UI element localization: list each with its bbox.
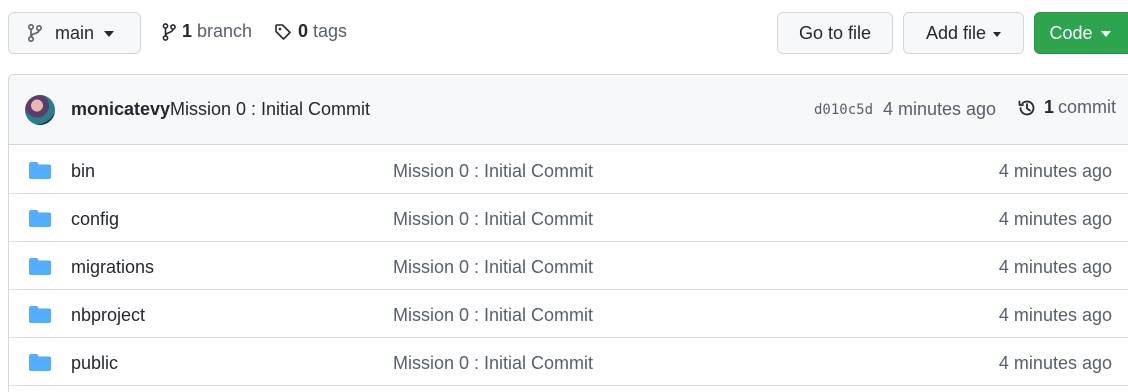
add-file-button[interactable]: Add file — [903, 12, 1024, 54]
commit-sha[interactable]: d010c5d — [814, 102, 873, 118]
file-name[interactable]: config — [71, 209, 119, 230]
commit-author[interactable]: monicatevy — [71, 99, 170, 120]
file-name[interactable]: nbproject — [71, 305, 145, 326]
file-commit-message[interactable]: Mission 0 : Initial Commit — [393, 161, 593, 182]
file-name[interactable]: public — [71, 353, 118, 374]
folder-icon — [29, 258, 51, 275]
branch-count: 1 — [182, 21, 193, 41]
file-commit-message[interactable]: Mission 0 : Initial Commit — [393, 257, 593, 278]
branches-link[interactable]: 1 branch — [162, 21, 252, 42]
file-name[interactable]: bin — [71, 161, 95, 182]
file-commit-time: 4 minutes ago — [998, 209, 1112, 229]
table-row[interactable]: bin Mission 0 : Initial Commit 4 minutes… — [9, 146, 1128, 194]
table-row[interactable]: public Mission 0 : Initial Commit 4 minu… — [9, 338, 1128, 386]
latest-commit-bar: monicatevy Mission 0 : Initial Commit d0… — [9, 75, 1128, 145]
chevron-down-icon — [1100, 31, 1111, 37]
commit-time: 4 minutes ago — [883, 99, 997, 119]
file-commit-message[interactable]: Mission 0 : Initial Commit — [393, 353, 593, 374]
file-commit-message[interactable]: Mission 0 : Initial Commit — [393, 305, 593, 326]
add-file-label: Add file — [925, 22, 987, 43]
commit-message[interactable]: Mission 0 : Initial Commit — [170, 99, 370, 120]
branch-icon — [162, 22, 176, 41]
repo-toolbar: main 1 branch 0 tags Go to file Add file… — [0, 0, 1128, 70]
commit-label: commit — [1058, 97, 1117, 117]
branch-selector-button[interactable]: main — [8, 12, 141, 54]
code-label: Code — [1049, 22, 1093, 43]
file-commit-message[interactable]: Mission 0 : Initial Commit — [393, 209, 593, 230]
tag-icon — [275, 23, 291, 40]
file-browser: monicatevy Mission 0 : Initial Commit d0… — [8, 74, 1128, 392]
table-row[interactable]: config Mission 0 : Initial Commit 4 minu… — [9, 194, 1128, 242]
table-row[interactable]: nbproject Mission 0 : Initial Commit 4 m… — [9, 290, 1128, 338]
table-row[interactable]: migrations Mission 0 : Initial Commit 4 … — [9, 242, 1128, 290]
go-to-file-button[interactable]: Go to file — [777, 12, 893, 54]
branch-name: main — [55, 22, 95, 43]
avatar[interactable] — [25, 95, 55, 125]
branch-label: branch — [197, 21, 253, 41]
folder-icon — [29, 162, 51, 179]
code-button[interactable]: Code — [1034, 12, 1128, 54]
folder-icon — [29, 306, 51, 323]
file-list: bin Mission 0 : Initial Commit 4 minutes… — [9, 146, 1128, 386]
file-commit-time: 4 minutes ago — [998, 353, 1112, 373]
file-name[interactable]: migrations — [71, 257, 154, 278]
tags-link[interactable]: 0 tags — [274, 21, 347, 42]
chevron-down-icon — [104, 31, 115, 37]
tag-label: tags — [313, 21, 348, 41]
tag-count: 0 — [298, 21, 309, 41]
commit-count: 1 — [1044, 97, 1055, 117]
go-to-file-label: Go to file — [798, 22, 872, 43]
folder-icon — [29, 354, 51, 371]
commit-history-link[interactable]: 1 commit — [1017, 97, 1116, 118]
folder-icon — [29, 210, 51, 227]
file-commit-time: 4 minutes ago — [998, 257, 1112, 277]
branch-icon — [28, 24, 43, 42]
file-commit-time: 4 minutes ago — [998, 305, 1112, 325]
file-commit-time: 4 minutes ago — [998, 161, 1112, 181]
chevron-down-icon — [993, 31, 1002, 37]
history-icon — [1018, 100, 1035, 115]
